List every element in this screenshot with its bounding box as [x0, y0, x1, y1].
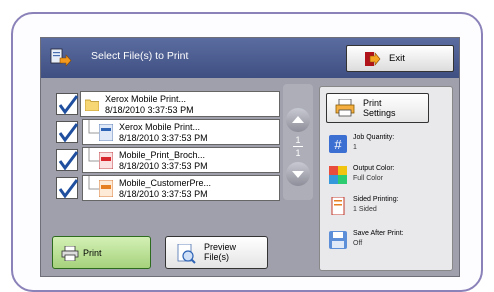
page-divider — [293, 146, 303, 147]
pdf-icon — [99, 152, 113, 169]
checkmark-icon — [58, 151, 79, 171]
folder-icon — [85, 99, 99, 111]
one-sided-page-icon — [331, 197, 345, 215]
scroll-down-button[interactable] — [286, 162, 310, 186]
preview-magnifier-icon — [177, 244, 196, 264]
print-settings-label-1: Print — [363, 98, 382, 108]
file-name: Mobile_CustomerPre... — [119, 178, 212, 188]
print-settings-panel: Print Settings # Job Quantity: 1 Output C… — [319, 86, 453, 271]
file-name: Xerox Mobile Print... — [119, 122, 201, 132]
title-bar: Select File(s) to Print Exit — [41, 38, 459, 78]
file-date: 8/18/2010 3:37:53 PM — [105, 105, 194, 115]
up-arrow-icon — [292, 116, 304, 123]
exit-door-icon — [365, 52, 381, 66]
printer-settings-icon — [335, 99, 355, 117]
file-list: Xerox Mobile Print... 8/18/2010 3:37:53 … — [54, 91, 281, 243]
preview-label-2: File(s) — [204, 252, 229, 262]
print-button[interactable]: Print — [52, 236, 151, 269]
svg-text:#: # — [334, 137, 342, 152]
word-doc-icon — [99, 124, 113, 141]
checkbox[interactable] — [56, 149, 79, 171]
file-date: 8/18/2010 3:37:53 PM — [119, 133, 208, 143]
scroll-up-button[interactable] — [286, 108, 310, 132]
page-title: Select File(s) to Print — [91, 50, 189, 62]
checkmark-icon — [58, 123, 79, 143]
printer-icon — [61, 246, 79, 261]
file-date: 8/18/2010 3:37:53 PM — [119, 161, 208, 171]
checkbox[interactable] — [56, 177, 79, 199]
file-entry[interactable]: Mobile_Print_Broch... 8/18/2010 3:37:53 … — [82, 147, 280, 173]
touch-screen: Select File(s) to Print Exit Xerox Mobil… — [40, 37, 460, 277]
checkmark-icon — [58, 95, 79, 115]
preview-label-1: Preview — [204, 242, 237, 252]
file-row[interactable]: Mobile_Print_Broch... 8/18/2010 3:37:53 … — [54, 147, 281, 173]
exit-button[interactable]: Exit — [346, 45, 454, 72]
down-arrow-icon — [292, 171, 304, 178]
print-settings-button[interactable]: Print Settings — [326, 93, 429, 123]
file-entry[interactable]: Xerox Mobile Print... 8/18/2010 3:37:53 … — [80, 91, 280, 117]
powerpoint-icon — [99, 180, 113, 197]
file-entry[interactable]: Xerox Mobile Print... 8/18/2010 3:37:53 … — [82, 119, 280, 145]
file-entry[interactable]: Mobile_CustomerPre... 8/18/2010 3:37:53 … — [82, 175, 280, 201]
page-current: 1 — [295, 135, 301, 145]
hash-icon: # — [329, 135, 347, 153]
sided-printing-setting: Sided Printing: 1 Sided — [329, 195, 449, 221]
print-settings-label-2: Settings — [363, 108, 396, 118]
checkmark-icon — [58, 179, 79, 199]
save-icon — [329, 231, 347, 249]
file-row[interactable]: Xerox Mobile Print... 8/18/2010 3:37:53 … — [54, 91, 281, 117]
output-color-setting: Output Color: Full Color — [329, 164, 449, 190]
color-palette-icon — [329, 166, 347, 184]
preview-files-button[interactable]: Preview File(s) — [165, 236, 268, 269]
file-date: 8/18/2010 3:37:53 PM — [119, 189, 208, 199]
checkbox[interactable] — [56, 121, 79, 143]
scrollbar[interactable]: 1 1 — [283, 84, 313, 200]
save-after-print-setting: Save After Print: Off — [329, 229, 449, 255]
file-name: Mobile_Print_Broch... — [119, 150, 206, 160]
job-quantity-setting: # Job Quantity: 1 — [329, 133, 449, 159]
page-total: 1 — [295, 148, 301, 158]
file-name: Xerox Mobile Print... — [105, 94, 187, 104]
file-row[interactable]: Mobile_CustomerPre... 8/18/2010 3:37:53 … — [54, 175, 281, 201]
select-files-icon — [50, 48, 72, 67]
checkbox[interactable] — [56, 93, 79, 115]
file-row[interactable]: Xerox Mobile Print... 8/18/2010 3:37:53 … — [54, 119, 281, 145]
